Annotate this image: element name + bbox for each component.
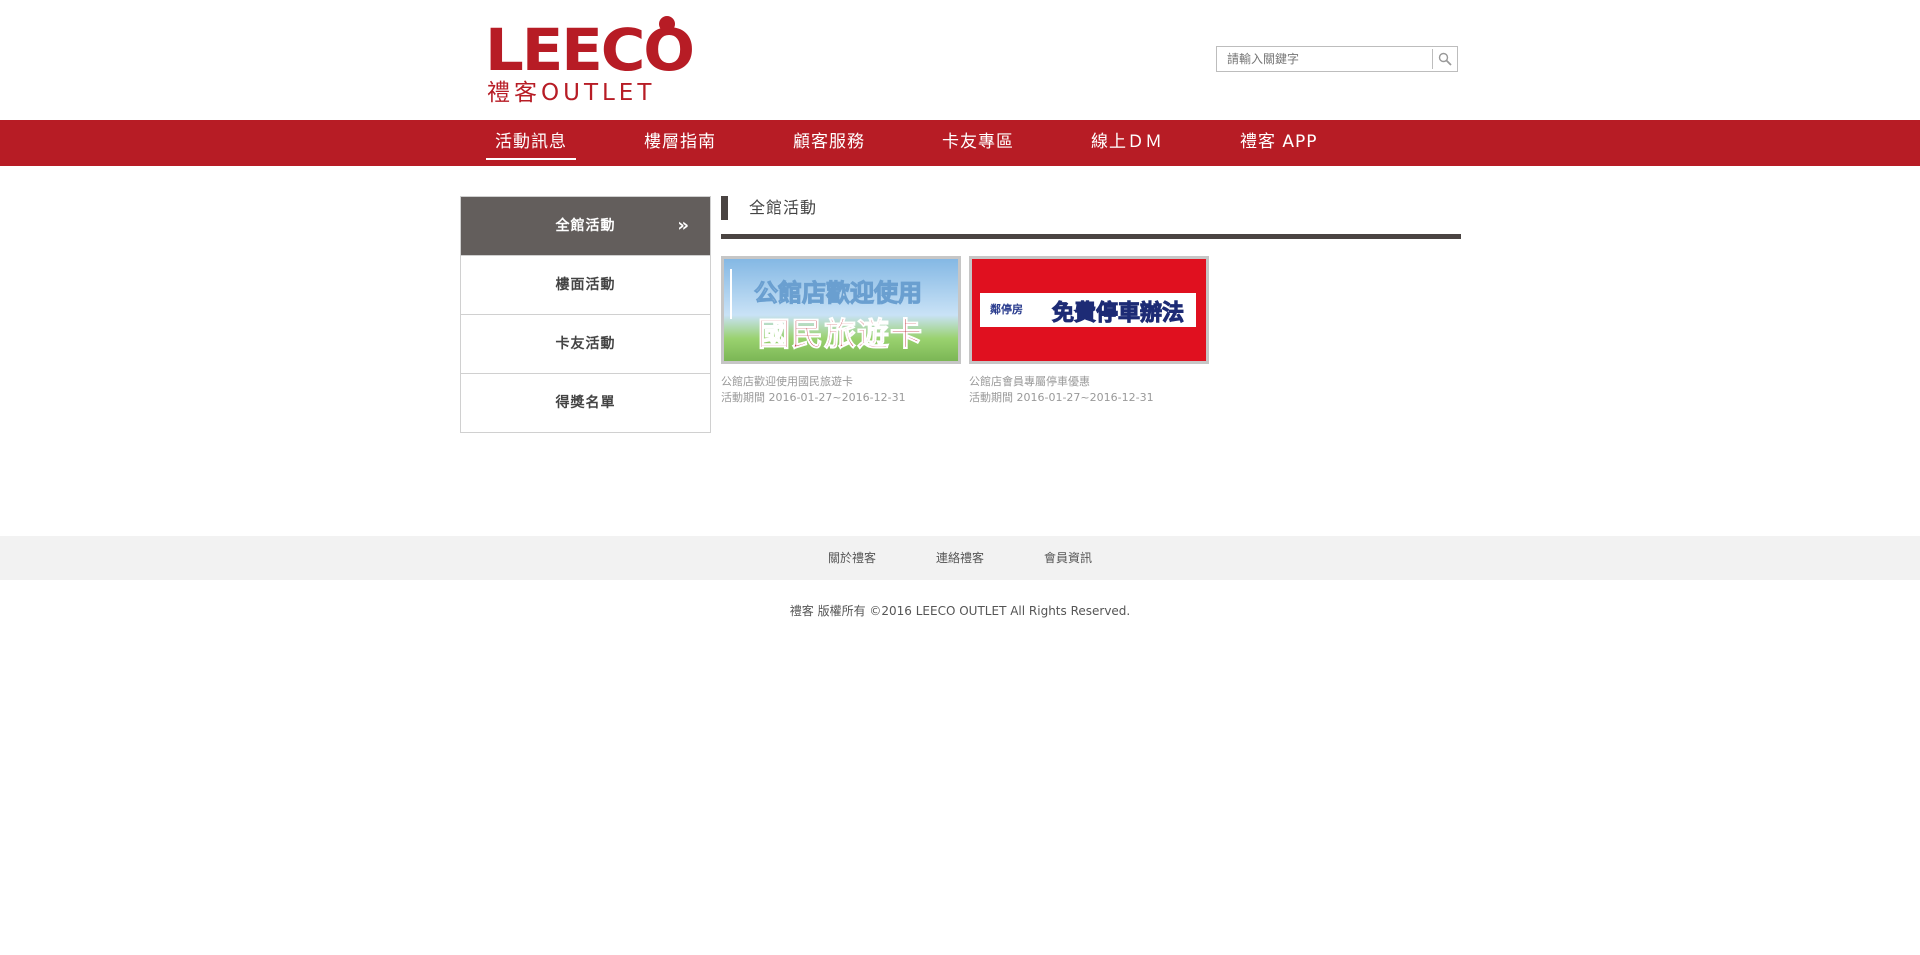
activity-period: 活動期間 2016-01-27~2016-12-31 — [721, 391, 906, 404]
nav-item-label: 樓層指南 — [644, 132, 716, 152]
main-nav-bar: 活動訊息 樓層指南 顧客服務 卡友專區 線上ＤＭ 禮客 APP — [0, 120, 1920, 166]
nav-item-floor-guide[interactable]: 樓層指南 — [635, 120, 784, 166]
activity-banner-travel-card[interactable]: 公館店歡迎使用 國民旅遊卡 — [721, 256, 961, 364]
activity-card[interactable]: 鄰停房 免費停車辦法 公館店會員專屬停車優惠 活動期間 2016-01-27~2… — [969, 256, 1209, 406]
sidebar-item-label: 樓面活動 — [555, 277, 616, 293]
leeco-logo[interactable]: LEECO 禮客OUTLET — [485, 16, 695, 106]
nav-item-activities[interactable]: 活動訊息 — [486, 120, 635, 166]
footer-link-contact[interactable]: 連絡禮客 — [936, 550, 984, 566]
sidebar-item-label: 卡友活動 — [555, 336, 616, 352]
sidebar-item-all-activities[interactable]: 全館活動 » — [461, 197, 710, 255]
sidebar-item-label: 全館活動 — [555, 218, 616, 234]
nav-item-online-dm[interactable]: 線上ＤＭ — [1082, 120, 1231, 166]
sidebar-item-floor-activities[interactable]: 樓面活動 — [461, 255, 710, 314]
search-input[interactable] — [1217, 47, 1431, 71]
search-box — [1216, 46, 1458, 72]
main-content: 全館活動 » 樓面活動 卡友活動 得獎名單 全館活動 公館店歡迎使用 國民旅遊卡 — [460, 166, 1461, 536]
logo-subtitle: 禮客OUTLET — [487, 80, 656, 106]
banner-strip: 鄰停房 免費停車辦法 — [980, 293, 1196, 327]
copyright: 禮客 版權所有 ©2016 LEECO OUTLET All Rights Re… — [789, 604, 1131, 618]
banner-text: 公館店歡迎使用 — [754, 279, 923, 308]
section-header: 全館活動 — [721, 196, 1461, 220]
activity-banner-parking[interactable]: 鄰停房 免費停車辦法 — [969, 256, 1209, 364]
section-title: 全館活動 — [749, 198, 818, 217]
banner-text: 免費停車辦法 — [1051, 301, 1185, 327]
nav-item-label: 顧客服務 — [793, 132, 865, 152]
nav-item-customer-service[interactable]: 顧客服務 — [784, 120, 933, 166]
nav-item-label: 禮客 APP — [1240, 132, 1318, 152]
nav-item-app[interactable]: 禮客 APP — [1231, 120, 1380, 166]
section-divider — [721, 234, 1461, 239]
activity-title[interactable]: 公館店會員專屬停車優惠 — [969, 374, 1209, 390]
parking-logo: 鄰停房 — [990, 303, 1023, 316]
sidebar-item-label: 得獎名單 — [555, 395, 616, 411]
activity-period: 活動期間 2016-01-27~2016-12-31 — [969, 391, 1154, 404]
sidebar-item-winners[interactable]: 得獎名單 — [461, 373, 710, 432]
nav-item-label: 卡友專區 — [942, 132, 1014, 152]
sidebar-item-card-activities[interactable]: 卡友活動 — [461, 314, 710, 373]
section-title-marker — [721, 196, 728, 220]
footer-links: 關於禮客 連絡禮客 會員資訊 — [0, 536, 1920, 566]
footer-link-about[interactable]: 關於禮客 — [828, 550, 876, 566]
nav-item-label: 線上ＤＭ — [1091, 132, 1163, 152]
search-button[interactable] — [1432, 49, 1457, 69]
nav-item-card-members[interactable]: 卡友專區 — [933, 120, 1082, 166]
footer-link-member-info[interactable]: 會員資訊 — [1044, 550, 1092, 566]
banner-text: 國民旅遊卡 — [757, 315, 924, 354]
activity-caption: 公館店會員專屬停車優惠 活動期間 2016-01-27~2016-12-31 — [969, 374, 1209, 406]
double-chevron-right-icon: » — [677, 215, 690, 236]
logo-dot — [659, 16, 675, 32]
search-icon — [1438, 52, 1452, 66]
activity-card[interactable]: 公館店歡迎使用 國民旅遊卡 公館店歡迎使用國民旅遊卡 活動期間 2016-01-… — [721, 256, 961, 406]
activity-caption: 公館店歡迎使用國民旅遊卡 活動期間 2016-01-27~2016-12-31 — [721, 374, 961, 406]
activity-section: 全館活動 公館店歡迎使用 國民旅遊卡 公館店歡迎使用國民旅遊卡 活動期間 201… — [721, 196, 1461, 406]
activity-title[interactable]: 公館店歡迎使用國民旅遊卡 — [721, 374, 961, 390]
activity-list: 公館店歡迎使用 國民旅遊卡 公館店歡迎使用國民旅遊卡 活動期間 2016-01-… — [721, 256, 1461, 406]
footer-bar: 關於禮客 連絡禮客 會員資訊 — [0, 536, 1920, 580]
nav-item-label: 活動訊息 — [486, 120, 576, 164]
windmill-decoration — [730, 269, 732, 319]
header: LEECO 禮客OUTLET — [460, 0, 1460, 120]
sidebar: 全館活動 » 樓面活動 卡友活動 得獎名單 — [460, 196, 711, 433]
main-nav: 活動訊息 樓層指南 顧客服務 卡友專區 線上ＤＭ 禮客 APP — [434, 120, 1486, 166]
